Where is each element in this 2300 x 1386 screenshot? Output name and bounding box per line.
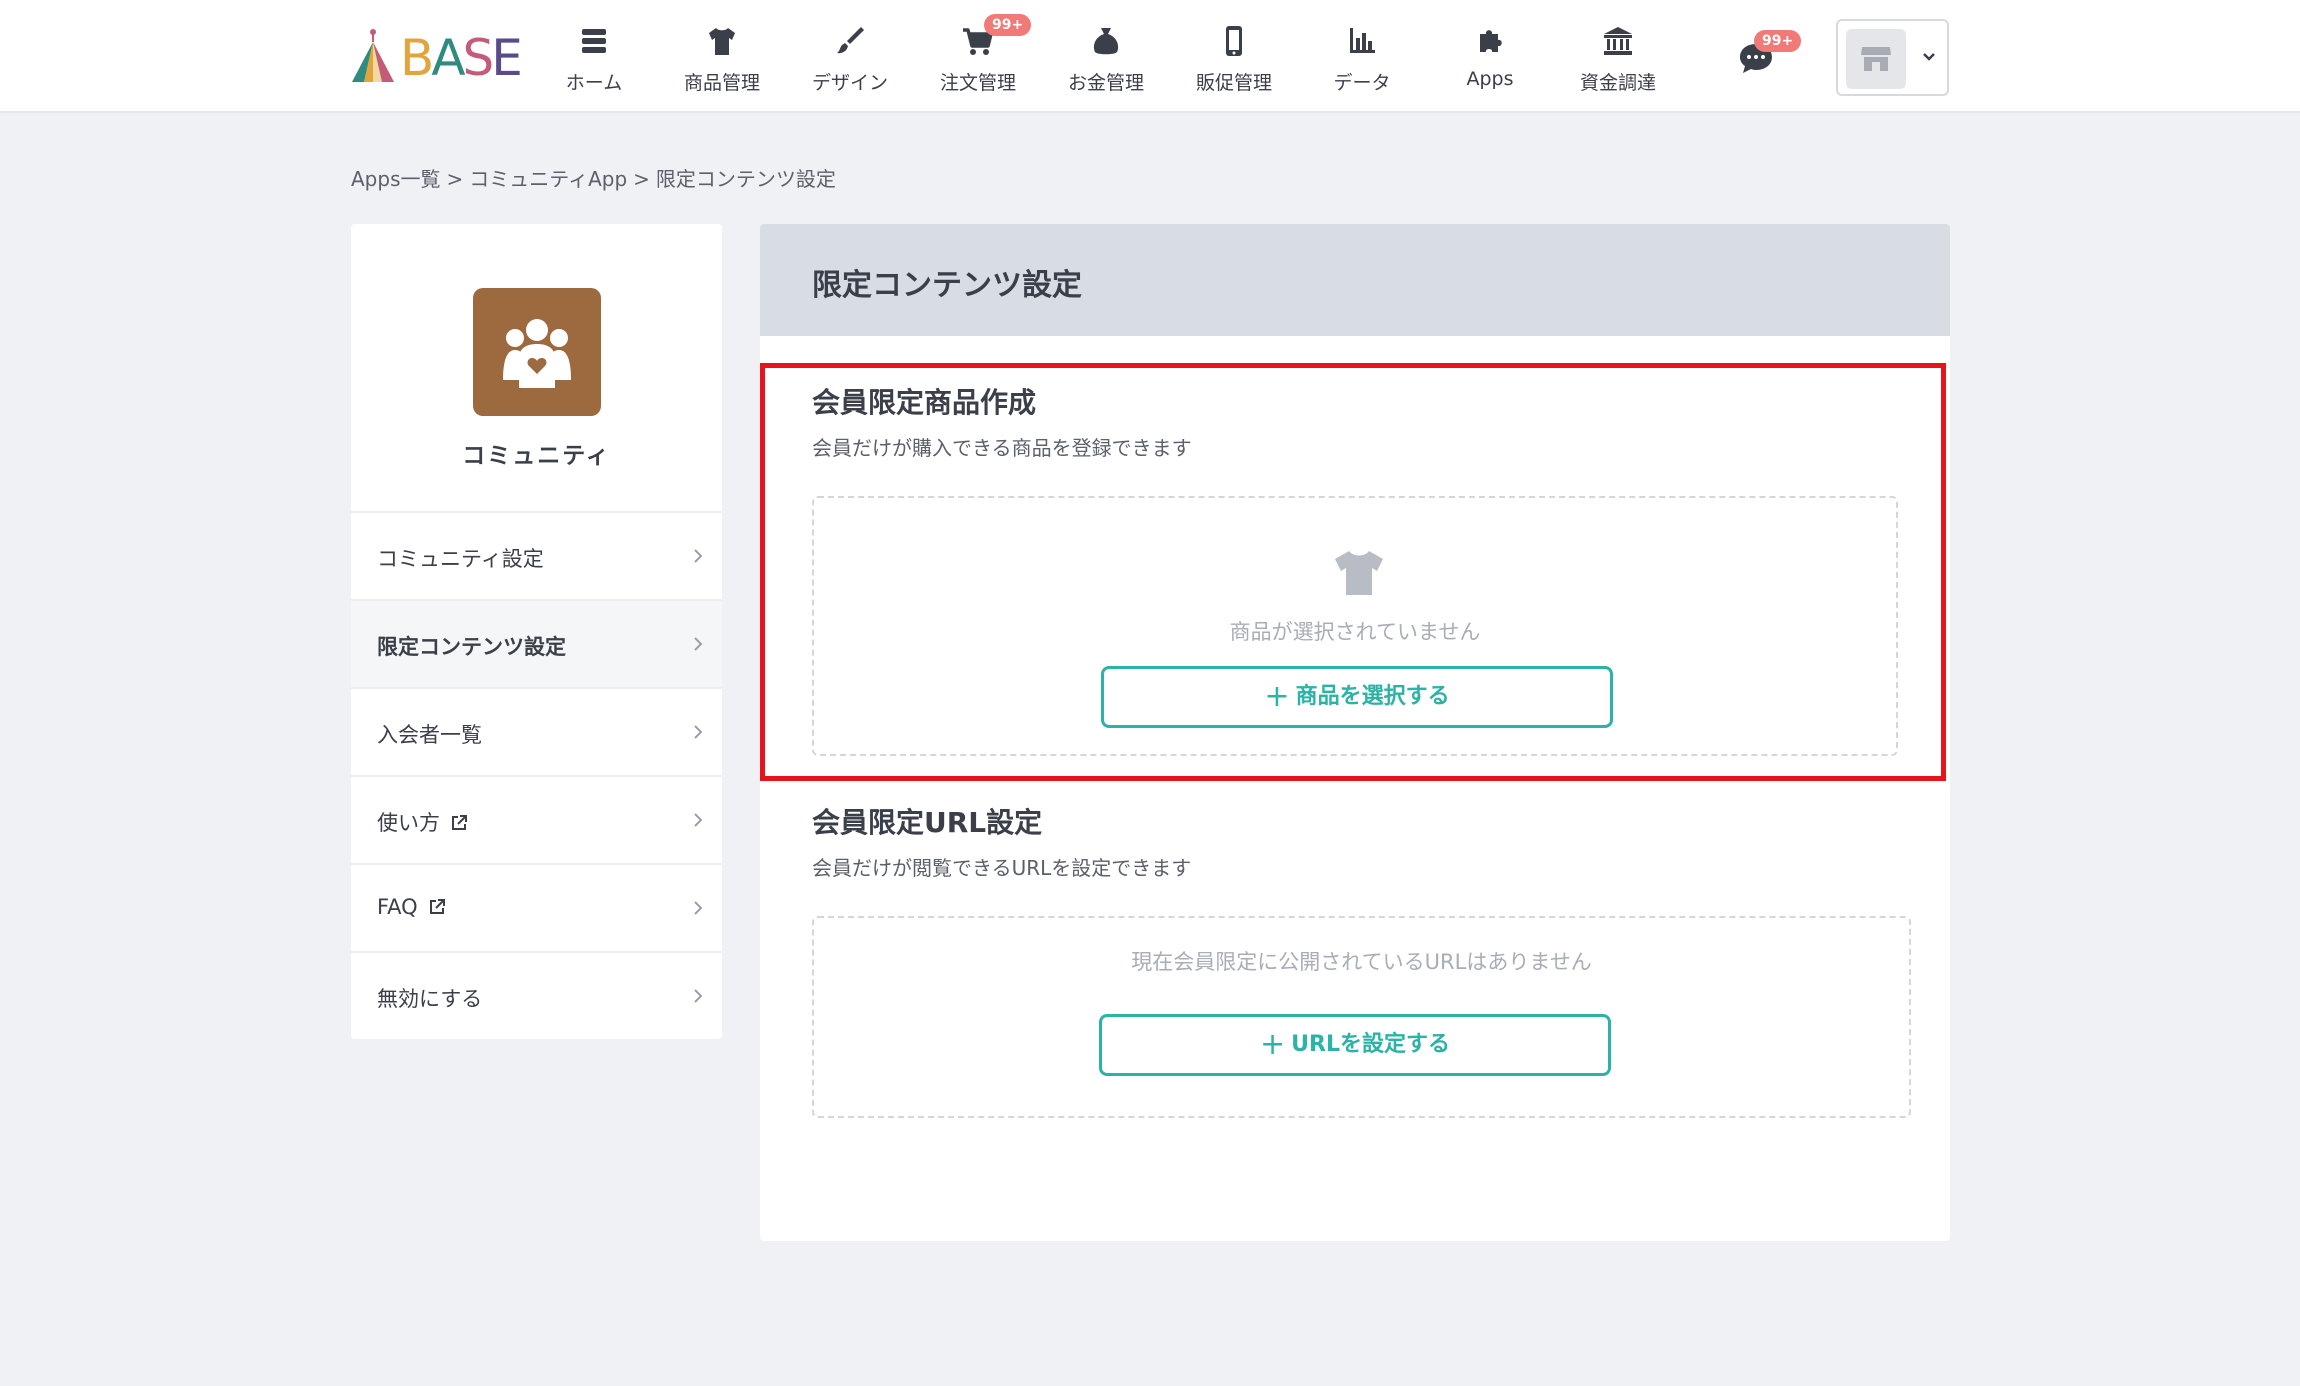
breadcrumb-separator: > [633,167,650,191]
brush-icon [837,27,864,54]
chevron-down-icon [1923,53,1935,61]
breadcrumb-current: 限定コンテンツ設定 [655,167,836,191]
app-name: コミュニティ [462,443,611,469]
money-bag-icon [1093,28,1119,55]
orders-badge: 99+ [984,14,1032,36]
logo-wordmark: BASE [400,29,523,87]
nav-design[interactable]: デザイン [786,0,914,113]
phone-icon [1226,26,1242,56]
nav-funding[interactable]: 資金調達 [1554,0,1682,113]
nav-label: ホーム [565,72,623,94]
page-title: 限定コンテンツ設定 [812,268,1082,303]
breadcrumb-apps-list[interactable]: Apps一覧 [351,167,441,191]
chevron-right-icon [694,901,703,915]
app-sidebar: コミュニティ コミュニティ設定 限定コンテンツ設定 入会者一覧 使い方 FAQ … [351,224,722,1039]
url-empty-box: 現在会員限定に公開されているURLはありません + URLを設定する [812,916,1911,1118]
nav-label: 資金調達 [1579,72,1656,94]
sidebar-item-label-wrap: FAQ [377,895,446,919]
set-url-button[interactable]: + URLを設定する [1099,1014,1611,1076]
chevron-right-icon [694,549,703,563]
nav-orders[interactable]: 99+ 注文管理 [914,0,1042,113]
sidebar-item-limited-content[interactable]: 限定コンテンツ設定 [351,599,722,687]
sidebar-item-label: 使い方 [377,811,440,835]
plus-icon: + [1260,1027,1286,1062]
set-url-label: URLを設定する [1291,1032,1450,1057]
sidebar-item-members[interactable]: 入会者一覧 [351,687,722,775]
sidebar-item-community-settings[interactable]: コミュニティ設定 [351,511,722,599]
nav-promotion[interactable]: 販促管理 [1170,0,1298,113]
breadcrumb: Apps一覧 > コミュニティApp > 限定コンテンツ設定 [351,163,836,192]
app-icon [473,288,601,416]
nav-label: Apps [1466,68,1514,90]
shop-avatar [1846,29,1906,89]
base-logo[interactable]: BASE [350,28,523,86]
puzzle-icon [1480,30,1502,52]
list-icon [582,29,606,53]
bar-chart-icon [1350,28,1375,53]
nav-products[interactable]: 商品管理 [658,0,786,113]
nav-data[interactable]: データ [1298,0,1426,113]
nav-label: データ [1333,72,1391,94]
shop-switcher[interactable] [1836,19,1949,96]
tshirt-icon [709,28,735,55]
logo-letter: S [462,29,495,87]
main-panel: 限定コンテンツ設定 会員限定商品作成 会員だけが購入できる商品を登録できます 商… [760,224,1950,1241]
sidebar-item-how-to-use[interactable]: 使い方 [351,775,722,863]
external-link-icon [429,899,445,914]
nav-label: デザイン [811,72,888,94]
nav-apps[interactable]: Apps [1426,0,1554,113]
chevron-right-icon [694,989,703,1003]
messages-badge: 99+ [1754,30,1802,52]
highlight-frame [760,363,1946,781]
sidebar-item-faq[interactable]: FAQ [351,863,722,951]
tent-logo-icon [352,29,394,82]
sidebar-item-label: 入会者一覧 [377,723,482,747]
external-link-icon [452,815,467,830]
url-empty-text: 現在会員限定に公開されているURLはありません [1131,950,1592,974]
chevron-right-icon [694,637,703,651]
nav-label: 商品管理 [683,72,760,94]
sidebar-item-label: コミュニティ設定 [377,547,544,571]
sidebar-item-label: 無効にする [377,987,483,1011]
sidebar-item-disable[interactable]: 無効にする [351,951,722,1039]
top-header: BASE ホーム 商品管理 デザイン 99+ 注文管理 お金管理 販促管理 デー… [0,0,2300,113]
chevron-right-icon [694,725,703,739]
breadcrumb-community-app[interactable]: コミュニティApp [469,167,627,191]
nav-label: 販促管理 [1195,72,1272,94]
sidebar-menu: コミュニティ設定 限定コンテンツ設定 入会者一覧 使い方 FAQ 無効にする [351,511,722,1039]
logo-letter: B [400,29,434,87]
logo-letter: E [491,29,523,87]
nav-home[interactable]: ホーム [530,0,658,113]
url-section-title: 会員限定URL設定 [812,806,1043,839]
community-icon [503,319,571,388]
nav-money[interactable]: お金管理 [1042,0,1170,113]
main-header: 限定コンテンツ設定 [760,224,1950,336]
url-section-description: 会員だけが閲覧できるURLを設定できます [812,856,1192,880]
chevron-right-icon [694,813,703,827]
store-icon [1861,47,1891,71]
nav-label: 注文管理 [939,72,1016,94]
breadcrumb-separator: > [446,167,464,191]
sidebar-item-label-wrap: 使い方 [377,807,468,837]
logo-letter: A [431,29,465,87]
sidebar-item-label: FAQ [377,895,418,919]
nav-label: お金管理 [1067,72,1144,94]
bank-icon [1604,27,1632,55]
sidebar-item-label: 限定コンテンツ設定 [377,635,566,659]
